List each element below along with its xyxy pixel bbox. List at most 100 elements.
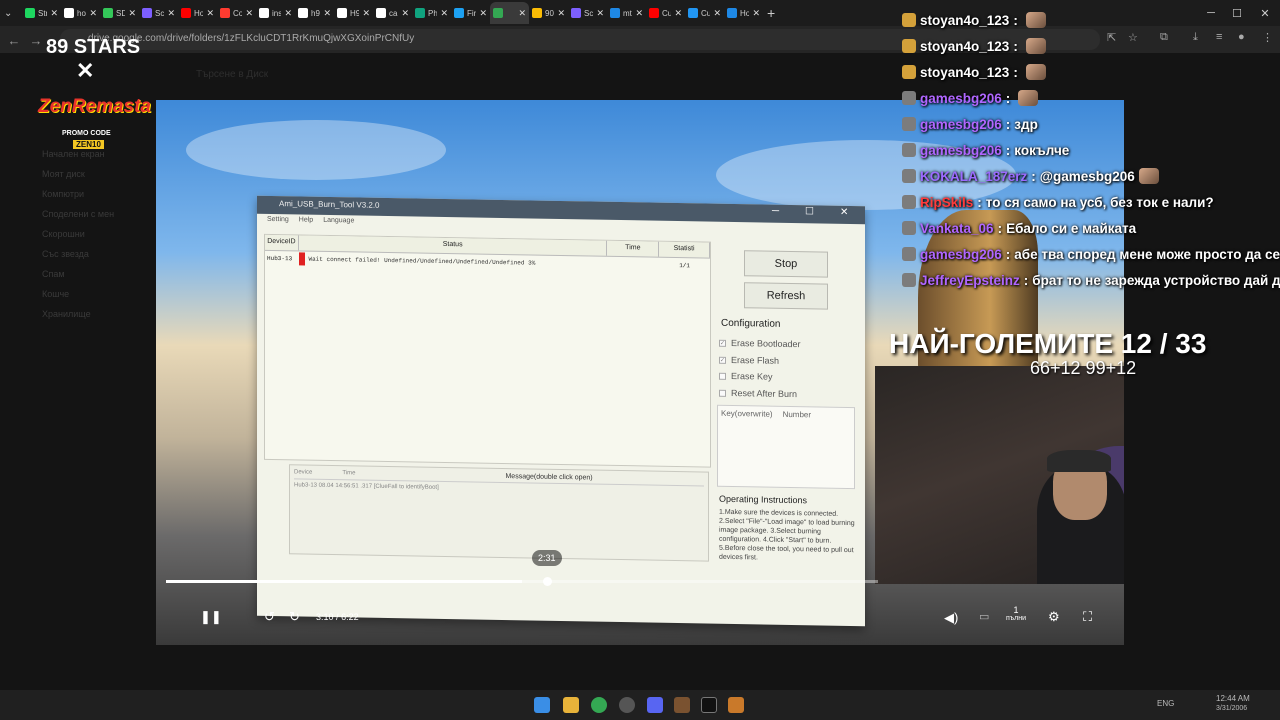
menu-setting[interactable]: Setting [267, 216, 289, 226]
tab-close-icon[interactable]: ✕ [206, 8, 214, 19]
browser-tab[interactable]: H96✕ [334, 2, 373, 24]
drive-sidebar-item[interactable]: Моят диск [42, 169, 85, 179]
drive-sidebar-item[interactable]: Начален екран [42, 149, 105, 159]
back-icon[interactable]: ← [4, 30, 24, 50]
tab-close-icon[interactable]: ✕ [440, 8, 448, 19]
pause-icon[interactable]: ❚❚ [200, 609, 222, 625]
language-indicator[interactable]: ENG [1157, 699, 1174, 708]
tab-close-icon[interactable]: ✕ [479, 8, 487, 19]
drive-search-input[interactable]: Търсене в Диск [196, 69, 268, 80]
volume-icon[interactable]: ◀) [944, 610, 958, 626]
tab-close-icon[interactable]: ✕ [323, 8, 331, 19]
captions-icon[interactable]: ▭ [979, 610, 989, 623]
tab-close-icon[interactable]: ✕ [50, 8, 58, 19]
refresh-button[interactable]: Refresh [744, 282, 828, 310]
drive-sidebar-item[interactable]: Кошче [42, 289, 69, 299]
app-minimize-icon[interactable]: ─ [772, 206, 779, 217]
app-close-icon[interactable]: ✕ [840, 207, 848, 218]
drive-sidebar-item[interactable]: Със звезда [42, 249, 89, 259]
chat-username[interactable]: RipSkils [920, 195, 973, 210]
tab-close-icon[interactable]: ✕ [518, 8, 526, 19]
file-explorer-icon[interactable] [563, 697, 579, 713]
chat-badge-icon [902, 221, 916, 235]
menu-language[interactable]: Language [323, 217, 354, 228]
tab-close-icon[interactable]: ✕ [713, 8, 721, 19]
tab-close-icon[interactable]: ✕ [284, 8, 292, 19]
tab-favicon-icon [298, 8, 308, 18]
tab-close-icon[interactable]: ✕ [557, 8, 565, 19]
tab-close-icon[interactable]: ✕ [128, 8, 136, 19]
clock-time[interactable]: 12:44 AM [1216, 694, 1250, 703]
tab-close-icon[interactable]: ✕ [401, 8, 409, 19]
browser-tab[interactable]: cant✕ [373, 2, 412, 24]
chat-username[interactable]: KOKALA_187erz [920, 169, 1027, 184]
tool-icon[interactable] [728, 697, 744, 713]
browser-tab[interactable]: Con✕ [217, 2, 256, 24]
new-tab-button[interactable]: + [767, 5, 775, 21]
browser-tab[interactable]: Scre✕ [139, 2, 178, 24]
browser-tab[interactable]: Cus✕ [646, 2, 685, 24]
browser-tab[interactable]: insti✕ [256, 2, 295, 24]
browser-tab[interactable]: SDK✕ [100, 2, 139, 24]
drive-sidebar-item[interactable]: Компютри [42, 189, 84, 199]
forward-10-icon[interactable]: ↻ [289, 609, 300, 625]
menu-help[interactable]: Help [299, 216, 313, 226]
start-icon[interactable] [534, 697, 550, 713]
error-marker [298, 251, 305, 266]
terminal-icon[interactable] [701, 697, 717, 713]
drive-sidebar-item[interactable]: Споделени с мен [42, 209, 114, 219]
rewind-10-icon[interactable]: ↺ [264, 609, 275, 625]
tab-close-icon[interactable]: ✕ [674, 8, 682, 19]
browser-tab[interactable]: Scre✕ [568, 2, 607, 24]
browser-tab[interactable]: Cus✕ [685, 2, 724, 24]
chat-username[interactable]: gamesbg206 [920, 91, 1002, 106]
browser-tab[interactable]: 905✕ [529, 2, 568, 24]
reset-after-burn-checkbox[interactable]: Reset After Burn [719, 388, 797, 399]
tab-list-dropdown[interactable]: ⌄ [4, 8, 22, 19]
seek-bar[interactable] [166, 580, 878, 583]
drive-sidebar-item[interactable]: Скорошни [42, 229, 85, 239]
tab-favicon-icon [649, 8, 659, 18]
erase-flash-checkbox[interactable]: ✓ Erase Flash [719, 355, 779, 366]
tab-close-icon[interactable]: ✕ [245, 8, 253, 19]
app-maximize-icon[interactable]: ☐ [805, 206, 814, 217]
browser-tab[interactable]: How✕ [724, 2, 763, 24]
erase-bootloader-checkbox[interactable]: ✓ Erase Bootloader [719, 338, 801, 349]
speed-control[interactable]: 1 пълни [1006, 605, 1026, 622]
browser-tab[interactable]: how✕ [61, 2, 100, 24]
drive-sidebar-item[interactable]: Хранилище [42, 309, 91, 319]
browser-tab[interactable]: mt ✕ [607, 2, 646, 24]
chat-username[interactable]: stoyan4o_123 [920, 13, 1009, 28]
tab-close-icon[interactable]: ✕ [752, 8, 760, 19]
browser-tab[interactable]: ✕ [490, 2, 529, 24]
chrome-icon[interactable] [591, 697, 607, 713]
stop-button[interactable]: Stop [744, 250, 828, 278]
discord-icon[interactable] [647, 697, 663, 713]
browser-tab[interactable]: h96✕ [295, 2, 334, 24]
obs-icon[interactable] [619, 697, 635, 713]
app-icon[interactable] [674, 697, 690, 713]
chat-username[interactable]: gamesbg206 [920, 143, 1002, 158]
tab-close-icon[interactable]: ✕ [89, 8, 97, 19]
browser-tab[interactable]: How✕ [178, 2, 217, 24]
chat-username[interactable]: Vankata_06 [920, 221, 994, 236]
chat-username[interactable]: stoyan4o_123 [920, 39, 1009, 54]
seek-handle[interactable] [543, 577, 552, 586]
tab-close-icon[interactable]: ✕ [635, 8, 643, 19]
drive-sidebar-item[interactable]: Спам [42, 269, 65, 279]
browser-tab[interactable]: Firm✕ [451, 2, 490, 24]
chat-badge-icon [902, 143, 916, 157]
browser-tab[interactable]: Stre✕ [22, 2, 61, 24]
tab-close-icon[interactable]: ✕ [596, 8, 604, 19]
chat-username[interactable]: gamesbg206 [920, 117, 1002, 132]
tab-close-icon[interactable]: ✕ [362, 8, 370, 19]
chat-username[interactable]: JeffreyEpsteinz [920, 273, 1020, 288]
fullscreen-icon[interactable]: ⛶ [1083, 609, 1092, 625]
settings-gear-icon[interactable]: ⚙ [1048, 609, 1060, 625]
chat-username[interactable]: stoyan4o_123 [920, 65, 1009, 80]
browser-tab[interactable]: Pho✕ [412, 2, 451, 24]
chat-message: RipSkils: то ся само на усб, без ток е на… [902, 191, 1214, 213]
erase-key-checkbox[interactable]: Erase Key [719, 371, 773, 382]
tab-close-icon[interactable]: ✕ [167, 8, 175, 19]
chat-username[interactable]: gamesbg206 [920, 247, 1002, 262]
